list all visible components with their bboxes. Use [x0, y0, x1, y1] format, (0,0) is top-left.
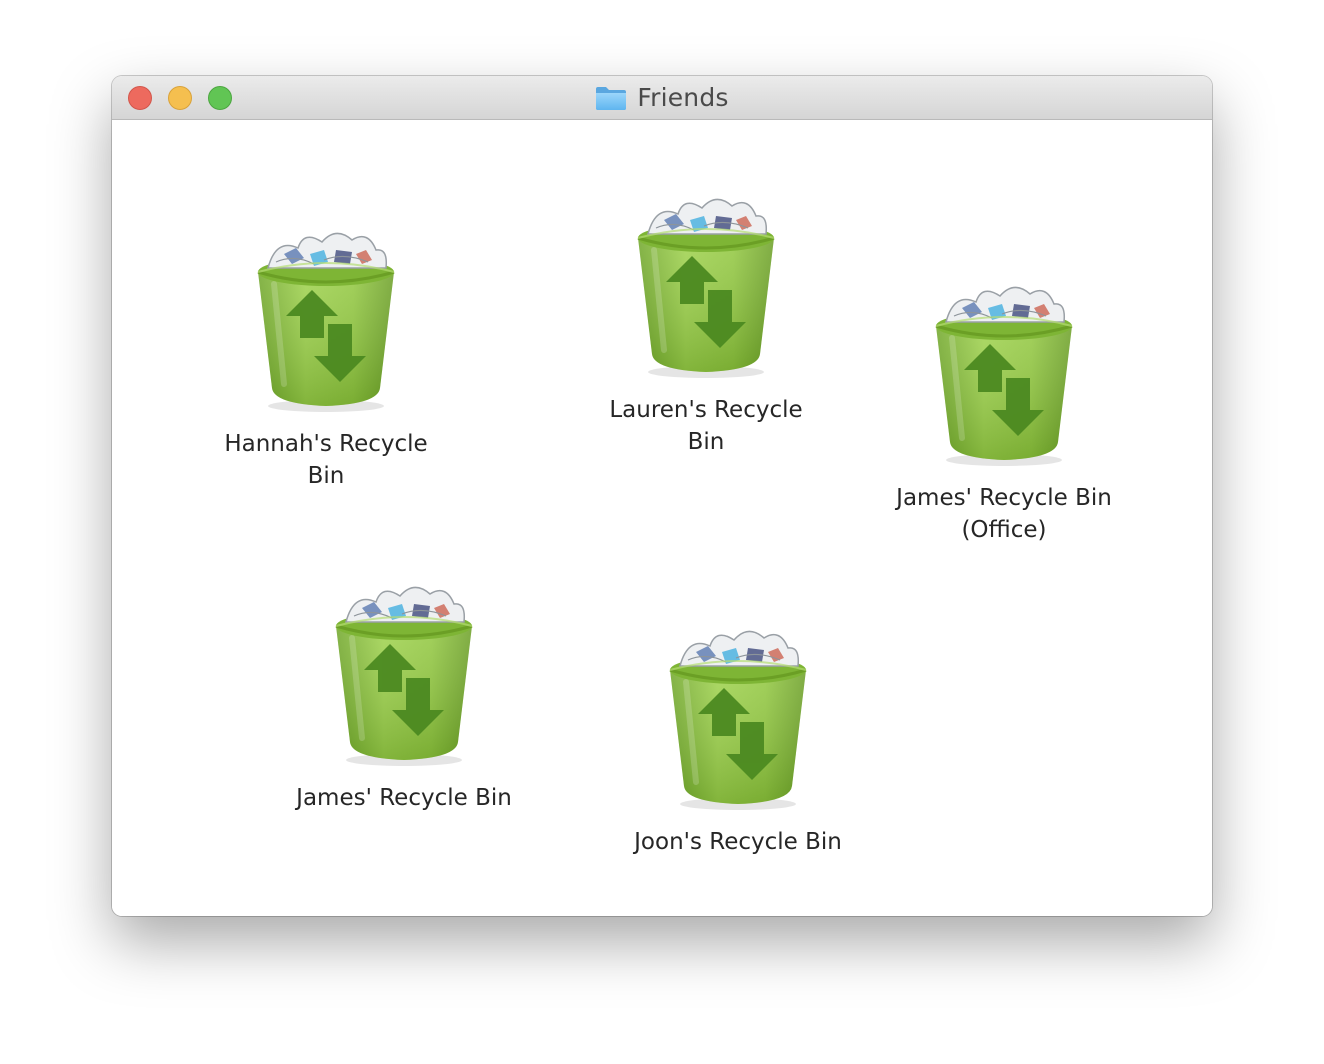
- recycle-bin-icon[interactable]: [666, 622, 810, 810]
- recycle-bin-item-james[interactable]: James' Recycle Bin: [284, 578, 524, 814]
- item-label[interactable]: Joon's Recycle Bin: [634, 826, 842, 858]
- folder-icon: [596, 86, 627, 110]
- recycle-bin-icon[interactable]: [634, 190, 778, 378]
- item-label[interactable]: James' Recycle Bin: [296, 782, 512, 814]
- finder-window: Friends Hannah's Recycle Bin Lauren's Re…: [112, 76, 1212, 916]
- item-label[interactable]: James' Recycle Bin (Office): [896, 482, 1112, 546]
- recycle-bin-item-hannah[interactable]: Hannah's Recycle Bin: [206, 224, 446, 492]
- icon-view: Hannah's Recycle Bin Lauren's Recycle Bi…: [112, 120, 1212, 916]
- title-bar[interactable]: Friends: [112, 76, 1212, 120]
- recycle-bin-icon[interactable]: [932, 278, 1076, 466]
- recycle-bin-item-lauren[interactable]: Lauren's Recycle Bin: [586, 190, 826, 458]
- recycle-bin-item-james-office[interactable]: James' Recycle Bin (Office): [884, 278, 1124, 546]
- window-title-group: Friends: [112, 76, 1212, 119]
- item-label[interactable]: Hannah's Recycle Bin: [224, 428, 427, 492]
- window-title: Friends: [637, 83, 729, 112]
- item-label[interactable]: Lauren's Recycle Bin: [609, 394, 802, 458]
- recycle-bin-icon[interactable]: [254, 224, 398, 412]
- recycle-bin-icon[interactable]: [332, 578, 476, 766]
- recycle-bin-item-joon[interactable]: Joon's Recycle Bin: [618, 622, 858, 858]
